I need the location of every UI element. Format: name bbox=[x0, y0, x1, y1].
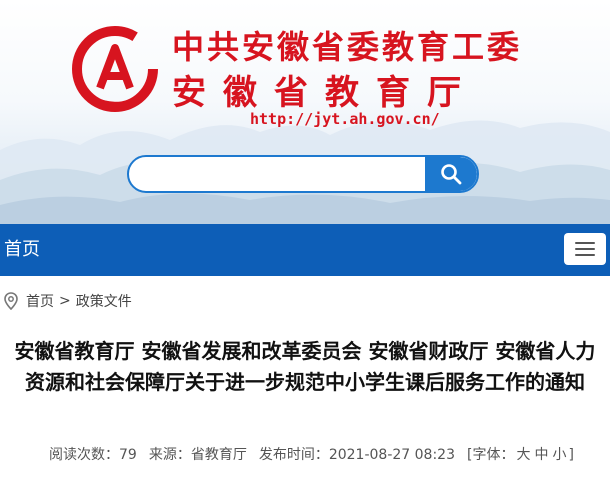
department-title: 安徽省教育厅 bbox=[172, 73, 478, 113]
article-meta: 阅读次数：79 来源：省教育厅 发布时间：2021-08-27 08:23 [字体：大… bbox=[49, 445, 574, 465]
font-large-button[interactable]: 大 bbox=[516, 447, 530, 463]
search-button[interactable] bbox=[425, 157, 477, 191]
nav-home-link[interactable]: 首页 bbox=[4, 238, 40, 262]
article-title: 安徽省教育厅 安徽省发展和改革委员会 安徽省财政厅 安徽省人力资源和社会保障厅关… bbox=[14, 339, 596, 394]
publish-date: 发布时间：2021-08-27 08:23 bbox=[258, 447, 455, 463]
menu-button[interactable] bbox=[564, 233, 606, 265]
font-medium-button[interactable]: 中 bbox=[534, 447, 548, 463]
search-icon bbox=[441, 164, 462, 185]
logo-emblem bbox=[72, 26, 158, 112]
organization-title: 中共安徽省委教育工委 bbox=[172, 28, 523, 66]
article-source: 来源：省教育厅 bbox=[148, 447, 247, 463]
main-navbar: 首页 bbox=[0, 224, 610, 276]
font-size-close: ] bbox=[568, 447, 574, 463]
location-pin-icon bbox=[4, 292, 18, 310]
breadcrumb: 首页 > 政策文件 bbox=[4, 290, 132, 312]
hamburger-menu-icon bbox=[575, 242, 595, 244]
view-count: 阅读次数：79 bbox=[49, 447, 137, 463]
hamburger-menu-icon bbox=[575, 248, 595, 250]
search-input[interactable] bbox=[129, 157, 425, 191]
breadcrumb-current-link[interactable]: 政策文件 bbox=[76, 291, 132, 311]
breadcrumb-home-link[interactable]: 首页 bbox=[26, 291, 54, 311]
font-size-control: [字体：大中小] bbox=[467, 447, 574, 463]
site-url[interactable]: http://jyt.ah.gov.cn/ bbox=[250, 110, 440, 128]
site-header: 中共安徽省委教育工委 安徽省教育厅 http://jyt.ah.gov.cn/ bbox=[0, 0, 610, 224]
font-size-label: [字体： bbox=[467, 447, 515, 463]
hamburger-menu-icon bbox=[575, 254, 595, 256]
search-box bbox=[127, 155, 479, 193]
font-small-button[interactable]: 小 bbox=[552, 447, 566, 463]
breadcrumb-separator: > bbox=[59, 293, 71, 309]
